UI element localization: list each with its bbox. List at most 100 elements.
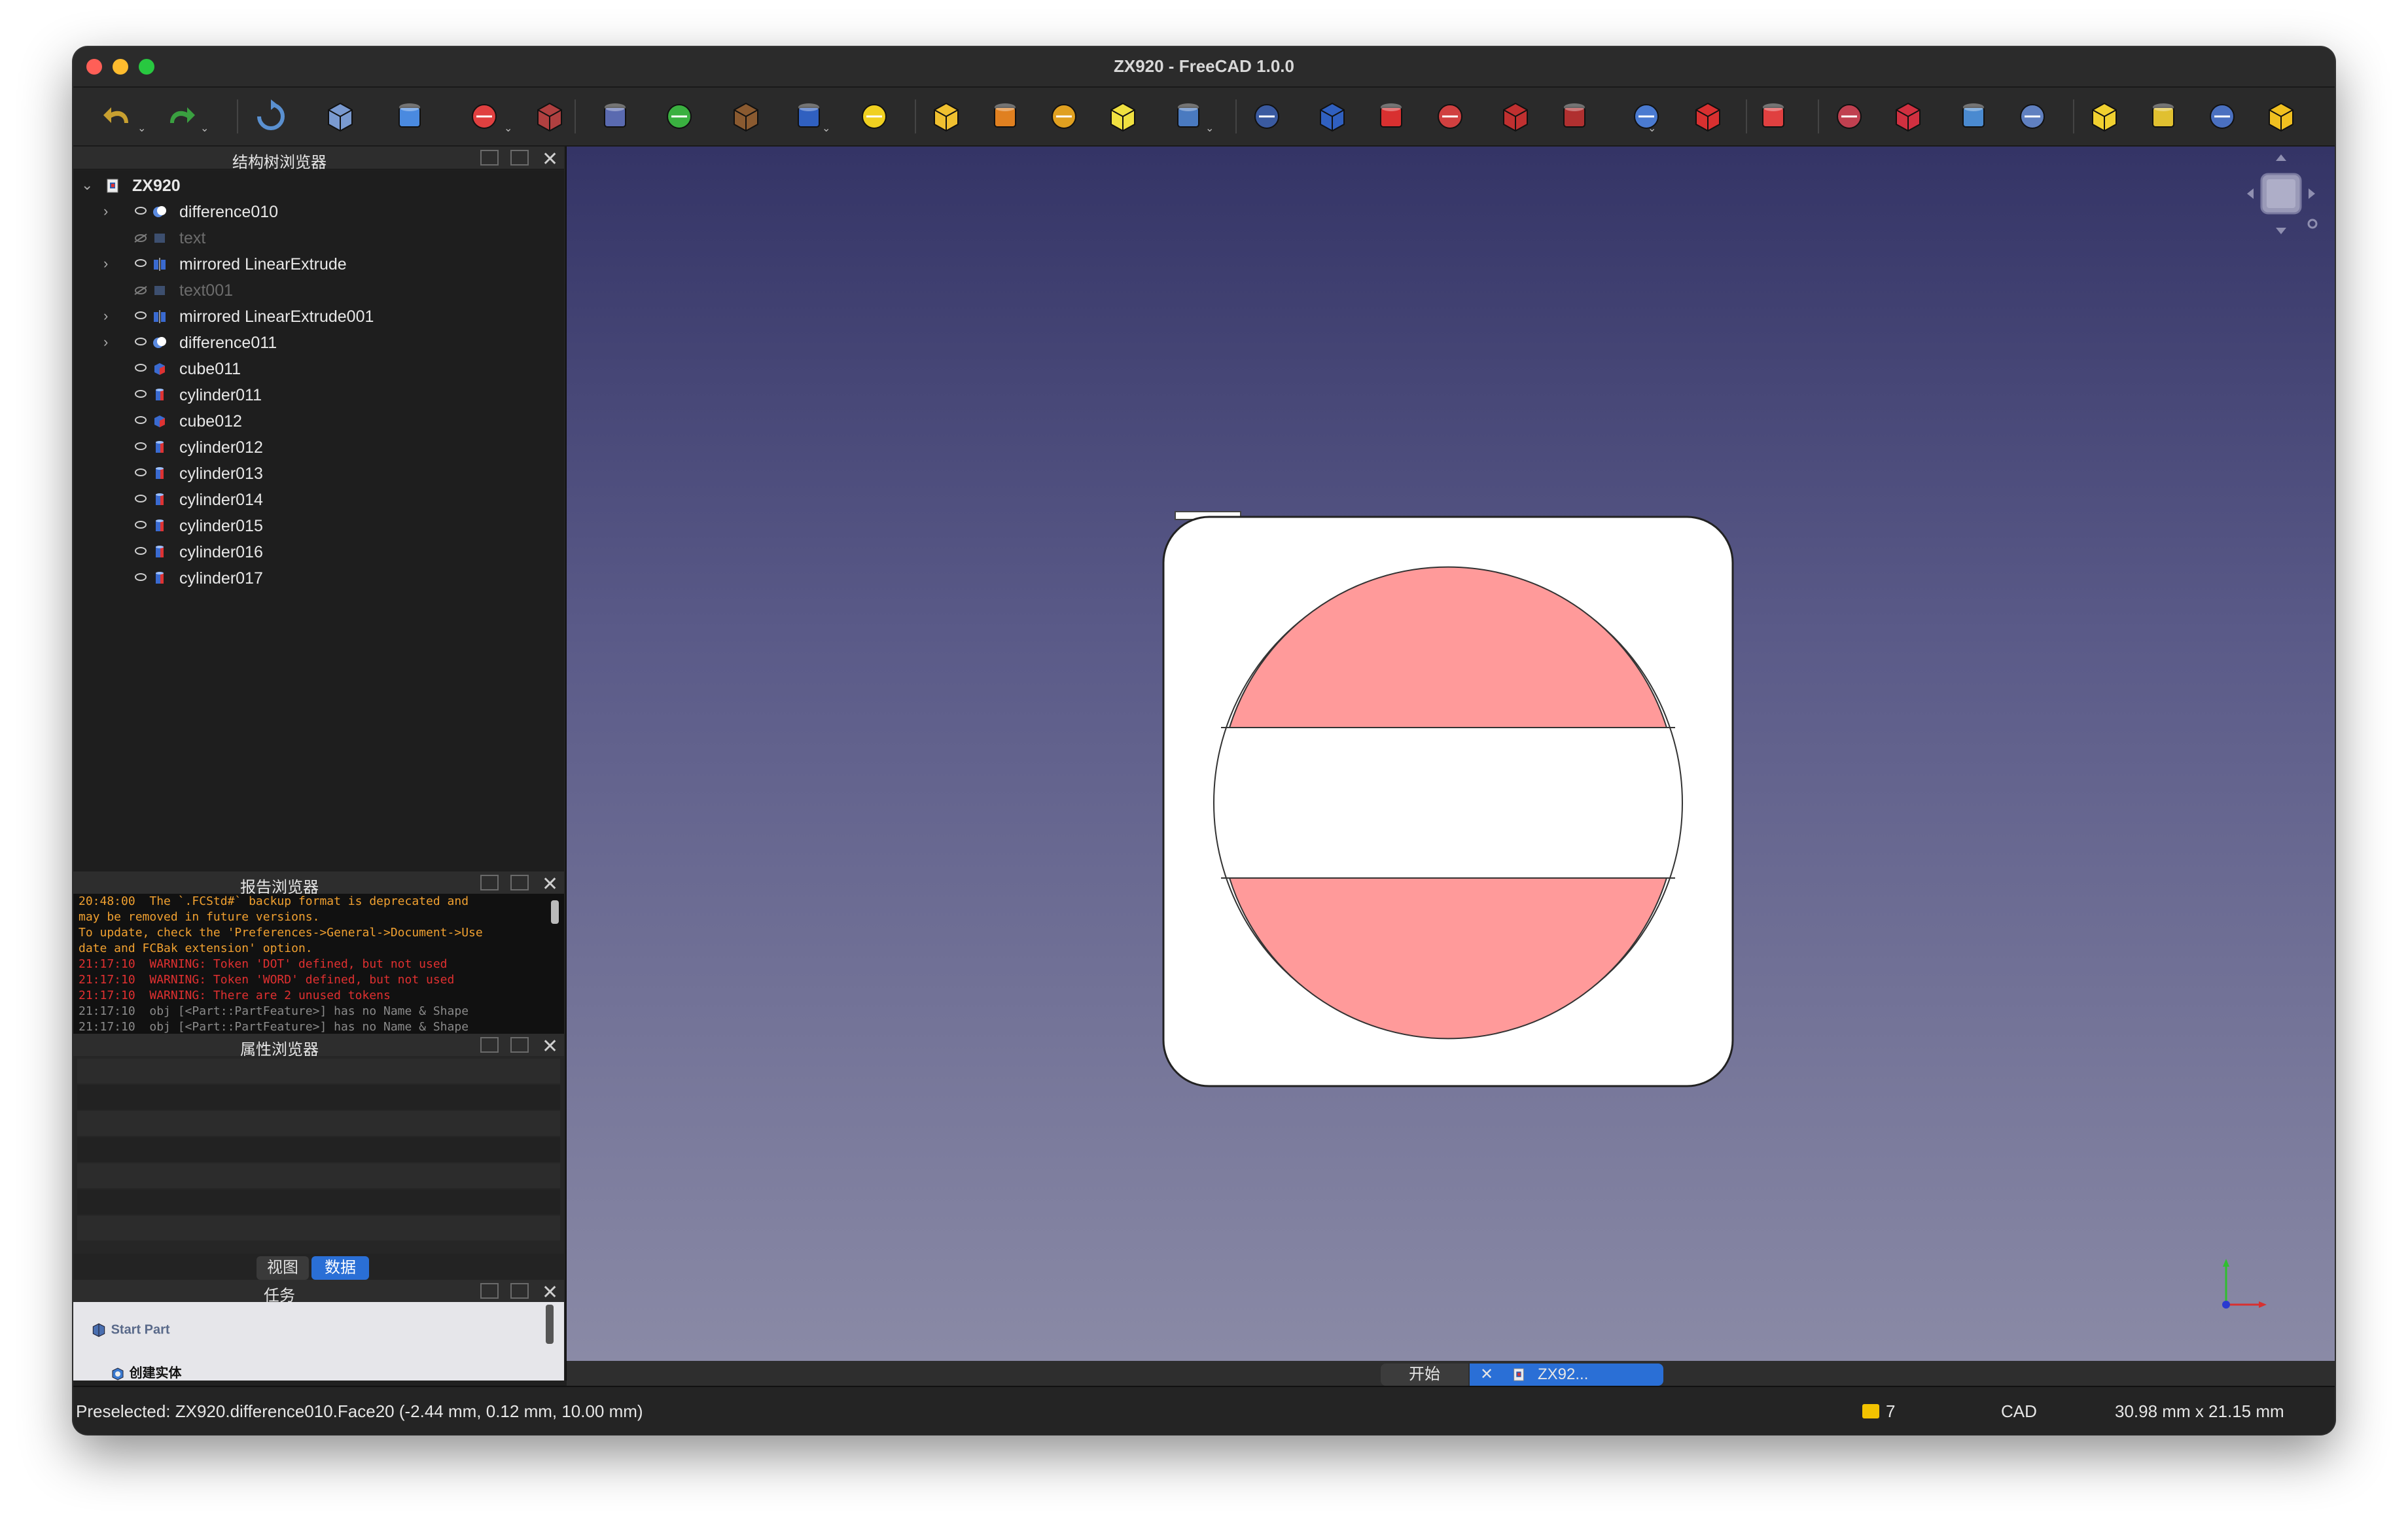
selection-filter-icon[interactable] <box>531 98 568 135</box>
float-panel-button[interactable] <box>480 150 499 166</box>
property-row[interactable] <box>77 1059 560 1083</box>
tree-item[interactable]: cylinder016 <box>73 539 564 565</box>
sketch-icon[interactable] <box>856 98 893 135</box>
restore-panel-button[interactable] <box>510 1037 529 1053</box>
restore-panel-button[interactable] <box>510 1283 529 1299</box>
attach-icon[interactable] <box>2263 98 2299 135</box>
tasks-scrollbar[interactable] <box>546 1305 554 1344</box>
compound-filter-icon[interactable] <box>2204 98 2240 135</box>
eye-icon[interactable] <box>135 207 147 215</box>
tree-item[interactable]: cube011 <box>73 356 564 382</box>
check-geometry-icon[interactable] <box>2014 98 2051 135</box>
section-icon[interactable] <box>1497 98 1534 135</box>
property-row[interactable] <box>77 1137 560 1162</box>
common-icon[interactable] <box>1955 98 1992 135</box>
fuse-icon[interactable] <box>1890 98 1926 135</box>
tab-view[interactable]: 视图 <box>257 1256 309 1280</box>
close-panel-icon[interactable]: ✕ <box>542 873 558 896</box>
navigation-cube-icon[interactable] <box>2242 150 2320 242</box>
property-row[interactable] <box>77 1111 560 1136</box>
box-selection-icon[interactable] <box>466 98 503 135</box>
eye-icon[interactable] <box>135 364 147 372</box>
tree-root[interactable]: ⌄ ZX920 <box>73 173 564 199</box>
chevron-right-icon[interactable]: › <box>103 308 108 325</box>
revolve-icon[interactable] <box>987 98 1023 135</box>
eye-icon[interactable] <box>135 390 147 398</box>
eye-icon[interactable] <box>135 442 147 450</box>
tree-item[interactable]: cylinder011 <box>73 382 564 408</box>
close-panel-icon[interactable]: ✕ <box>542 148 558 171</box>
mirror-icon[interactable] <box>1046 98 1082 135</box>
float-panel-button[interactable] <box>480 875 499 890</box>
cut-icon[interactable] <box>1831 98 1868 135</box>
pawn-icon[interactable] <box>661 98 698 135</box>
3d-viewport[interactable] <box>567 147 2335 1361</box>
chevron-right-icon[interactable]: › <box>103 255 108 272</box>
chevron-down-icon[interactable]: ⌄ <box>81 177 93 194</box>
tree-item[interactable]: › difference011 <box>73 330 564 356</box>
redo-icon[interactable] <box>162 98 199 135</box>
eye-off-icon[interactable] <box>133 285 148 296</box>
redo-dropdown-icon[interactable]: ⌄ <box>200 122 209 135</box>
tree-item[interactable]: cylinder014 <box>73 487 564 513</box>
offset-icon[interactable] <box>1628 98 1665 135</box>
extrude-icon[interactable] <box>928 98 965 135</box>
eye-icon[interactable] <box>135 338 147 345</box>
eye-icon[interactable] <box>135 547 147 555</box>
undo-icon[interactable] <box>99 98 136 135</box>
tab-document[interactable]: ✕ ZX92... <box>1470 1364 1663 1386</box>
thickness-icon[interactable] <box>1690 98 1726 135</box>
close-tab-icon[interactable]: ✕ <box>1480 1364 1493 1386</box>
property-row[interactable] <box>77 1216 560 1241</box>
task-start-part[interactable]: Start Part <box>90 1322 170 1339</box>
tree-item[interactable]: cylinder017 <box>73 565 564 591</box>
notification-icon[interactable] <box>1862 1404 1879 1418</box>
close-panel-icon[interactable]: ✕ <box>542 1281 558 1304</box>
tree-item[interactable]: cylinder013 <box>73 461 564 487</box>
tree-item[interactable]: cylinder015 <box>73 513 564 539</box>
property-row[interactable] <box>77 1189 560 1214</box>
shape-builder-icon[interactable] <box>1314 98 1351 135</box>
boolean-icon[interactable] <box>1755 98 1792 135</box>
float-panel-button[interactable] <box>480 1283 499 1299</box>
restore-panel-button[interactable] <box>510 150 529 166</box>
tree-item[interactable]: › mirrored LinearExtrude <box>73 251 564 277</box>
cylinder-part-icon[interactable] <box>1373 98 1409 135</box>
property-row[interactable] <box>77 1085 560 1110</box>
restore-panel-button[interactable] <box>510 875 529 890</box>
close-panel-icon[interactable]: ✕ <box>542 1035 558 1058</box>
explode-compound-icon[interactable] <box>2145 98 2182 135</box>
sketch-dropdown-icon[interactable]: ⌄ <box>822 122 830 135</box>
tree-item[interactable]: cube012 <box>73 408 564 434</box>
task-create-solid[interactable]: 创建实体 <box>110 1362 182 1382</box>
report-view[interactable]: 20:48:00 The `.FCStd#` backup format is … <box>73 894 564 1034</box>
tree-item[interactable]: cylinder012 <box>73 434 564 461</box>
whats-this-icon[interactable] <box>322 98 359 135</box>
navigation-style[interactable]: CAD <box>2001 1401 2037 1422</box>
eye-icon[interactable] <box>135 521 147 529</box>
tree-item[interactable]: › difference010 <box>73 199 564 225</box>
undo-dropdown-icon[interactable]: ⌄ <box>137 122 146 135</box>
float-panel-button[interactable] <box>480 1037 499 1053</box>
tree-item[interactable]: › mirrored LinearExtrude001 <box>73 304 564 330</box>
property-row[interactable] <box>77 1163 560 1188</box>
cross-sections-icon[interactable] <box>1556 98 1593 135</box>
tab-data[interactable]: 数据 <box>311 1256 369 1280</box>
eye-icon[interactable] <box>135 573 147 581</box>
box-selection-dropdown-icon[interactable]: ⌄ <box>504 122 512 135</box>
tab-start[interactable]: 开始 <box>1381 1364 1468 1386</box>
eye-icon[interactable] <box>135 259 147 267</box>
fillet-icon[interactable] <box>1105 98 1141 135</box>
tree-item[interactable]: text001 <box>73 277 564 304</box>
eye-icon[interactable] <box>135 495 147 502</box>
sweep-icon[interactable] <box>1432 98 1468 135</box>
tree-item[interactable]: text <box>73 225 564 251</box>
eye-off-icon[interactable] <box>133 233 148 243</box>
offset-dropdown-icon[interactable]: ⌄ <box>1648 122 1656 135</box>
primitives-icon[interactable] <box>1248 98 1285 135</box>
part-icon[interactable] <box>597 98 633 135</box>
eye-icon[interactable] <box>135 416 147 424</box>
material-icon[interactable] <box>728 98 764 135</box>
compound-icon[interactable] <box>2086 98 2123 135</box>
refresh-icon[interactable] <box>253 98 289 135</box>
